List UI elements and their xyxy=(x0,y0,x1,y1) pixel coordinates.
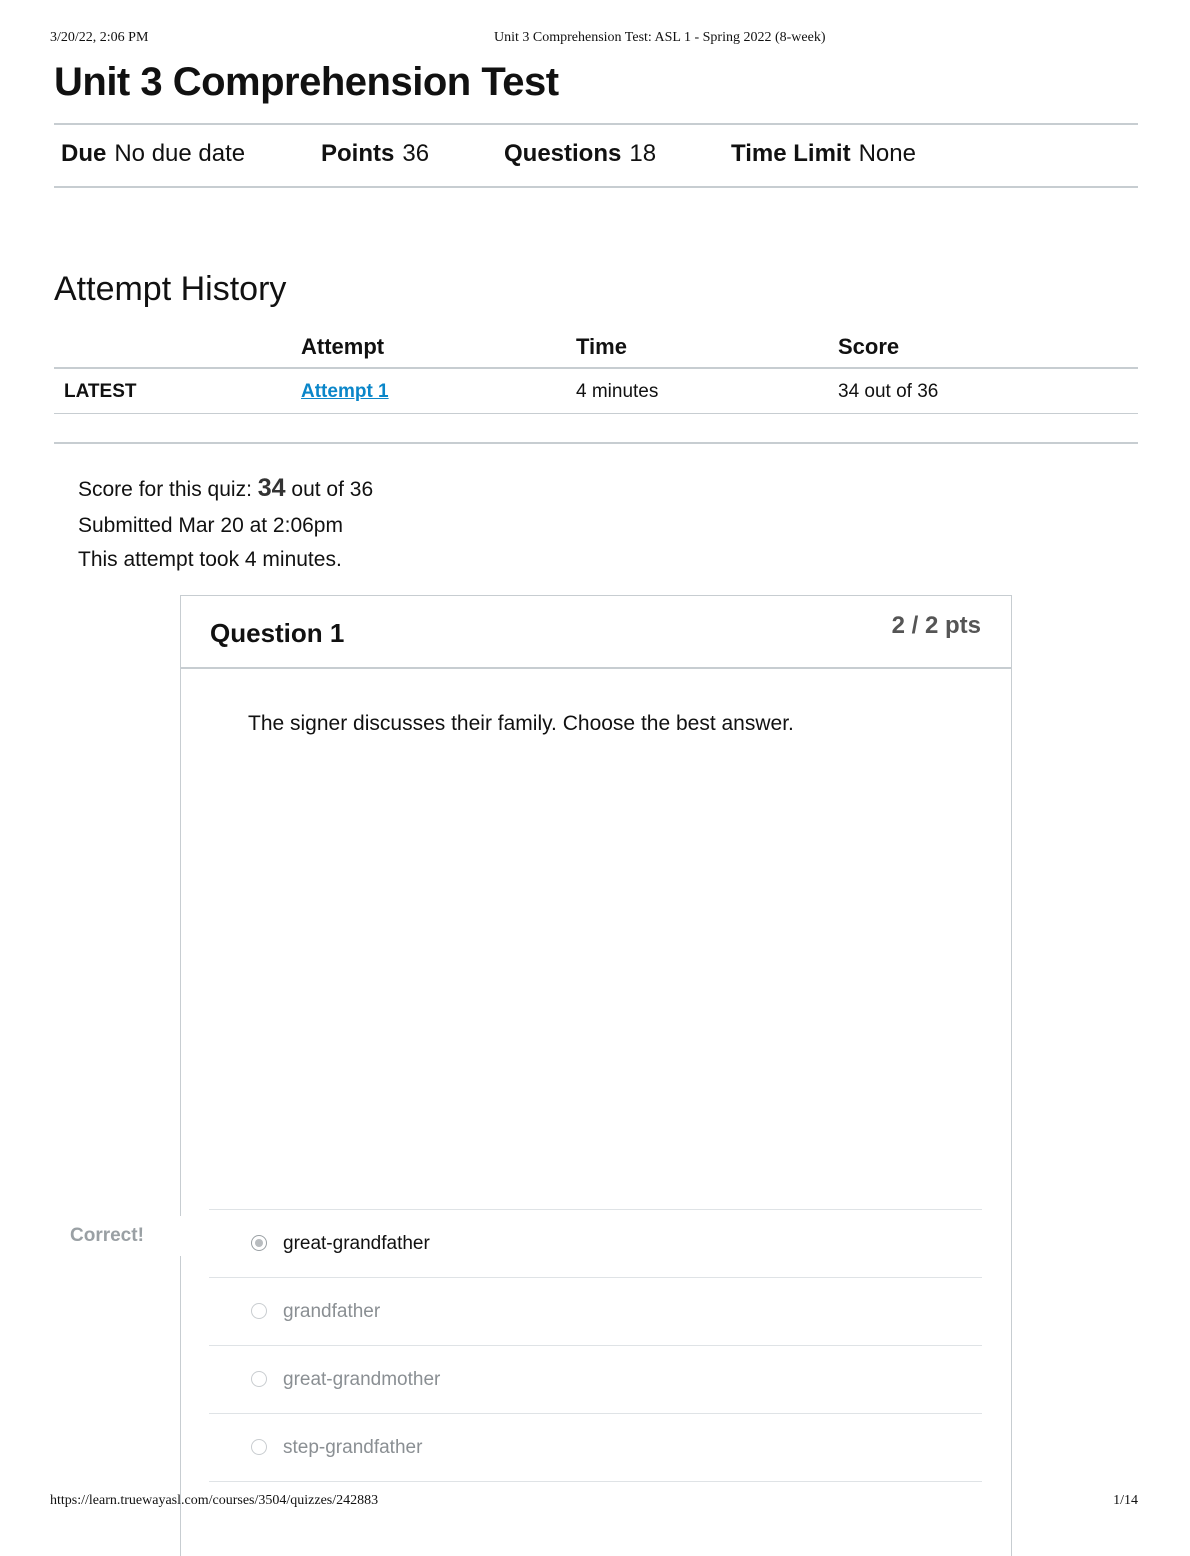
score-suffix: out of 36 xyxy=(291,478,374,501)
quiz-score: Score for this quiz: 34 out of 36 xyxy=(78,474,373,503)
attempt-history-header: Attempt Time Score xyxy=(54,334,1138,368)
questions-label: Questions xyxy=(504,140,622,167)
answer-option[interactable]: great-grandmother xyxy=(209,1345,982,1413)
print-footer: https://learn.truewayasl.com/courses/350… xyxy=(0,1493,1190,1513)
points-info: Points 36 xyxy=(321,140,429,168)
radio-empty-icon[interactable] xyxy=(251,1303,267,1319)
answer-option[interactable]: great-grandfather xyxy=(209,1209,982,1277)
answer-label: great-grandfather xyxy=(283,1233,430,1254)
points-label: Points xyxy=(321,140,395,167)
attempt-1-link[interactable]: Attempt 1 xyxy=(301,381,389,403)
score-value: 34 xyxy=(257,474,286,502)
question-points: 2 / 2 pts xyxy=(891,612,981,639)
divider xyxy=(54,367,1138,369)
due-label: Due xyxy=(61,140,107,167)
time-limit-info: Time Limit None xyxy=(731,140,916,168)
points-value: 36 xyxy=(402,140,430,167)
attempt-history-title: Attempt History xyxy=(54,270,287,308)
answer-label: grandfather xyxy=(283,1301,381,1322)
divider xyxy=(54,413,1138,414)
print-doc-title: Unit 3 Comprehension Test: ASL 1 - Sprin… xyxy=(494,30,826,45)
time-limit-label: Time Limit xyxy=(731,140,851,167)
submitted-time: Submitted Mar 20 at 2:06pm xyxy=(78,514,343,537)
score-prefix: Score for this quiz: xyxy=(78,478,252,501)
answer-label: step-grandfather xyxy=(283,1437,423,1458)
question-header: Question 1 2 / 2 pts xyxy=(181,596,1011,669)
print-datetime: 3/20/22, 2:06 PM xyxy=(50,30,149,45)
print-header: 3/20/22, 2:06 PM Unit 3 Comprehension Te… xyxy=(0,30,1190,50)
due-value: No due date xyxy=(114,140,246,167)
latest-tag: LATEST xyxy=(64,381,137,402)
questions-value: 18 xyxy=(629,140,657,167)
correct-label: Correct! xyxy=(70,1225,144,1246)
answer-list: great-grandfather grandfather great-grandm… xyxy=(209,1209,982,1482)
attempt-duration: This attempt took 4 minutes. xyxy=(78,548,342,571)
divider xyxy=(54,442,1138,444)
questions-info: Questions 18 xyxy=(504,140,656,168)
attempt-score: 34 out of 36 xyxy=(838,381,939,402)
quiz-details: Due No due date Points 36 Questions 18 Time… xyxy=(54,140,1138,174)
attempt-time: 4 minutes xyxy=(576,381,659,402)
radio-empty-icon[interactable] xyxy=(251,1371,267,1387)
question-text: The signer discusses their family. Choos… xyxy=(248,712,794,735)
correct-answer-flag: Correct! xyxy=(50,1216,185,1256)
radio-selected-icon[interactable] xyxy=(251,1235,267,1251)
radio-empty-icon[interactable] xyxy=(251,1439,267,1455)
column-header-score: Score xyxy=(838,334,900,359)
question-title: Question 1 xyxy=(210,618,345,648)
divider xyxy=(54,123,1138,125)
divider xyxy=(54,186,1138,188)
print-page-number: 1/14 xyxy=(1113,1493,1138,1508)
column-header-attempt: Attempt xyxy=(301,334,385,359)
table-row: LATEST Attempt 1 4 minutes 34 out of 36 xyxy=(54,370,1138,414)
due-info: Due No due date xyxy=(61,140,245,168)
column-header-time: Time xyxy=(576,334,627,359)
time-limit-value: None xyxy=(858,140,916,167)
answer-option[interactable]: step-grandfather xyxy=(209,1413,982,1482)
answer-option[interactable]: grandfather xyxy=(209,1277,982,1345)
page-title: Unit 3 Comprehension Test xyxy=(54,60,559,104)
print-url: https://learn.truewayasl.com/courses/350… xyxy=(50,1493,379,1508)
answer-label: great-grandmother xyxy=(283,1369,441,1390)
